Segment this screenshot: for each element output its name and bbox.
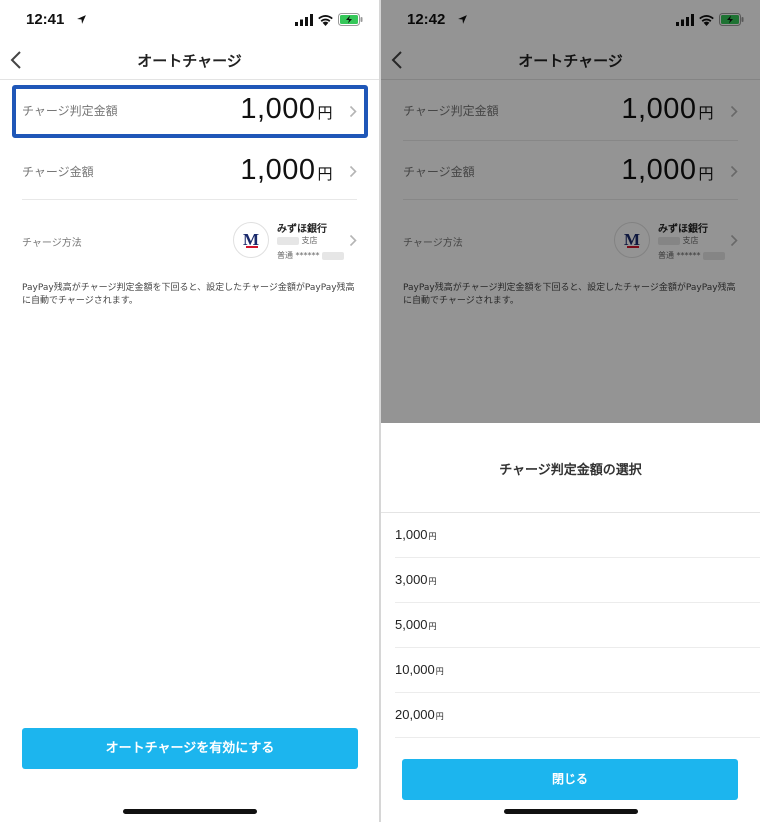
highlight-box <box>12 85 368 138</box>
status-bar: 12:41 <box>0 0 379 40</box>
amount-option[interactable]: 20,000円 <box>381 693 760 738</box>
amount-option[interactable]: 3,000円 <box>381 558 760 603</box>
charge-amount: 1,000 円 <box>240 154 333 186</box>
signal-icon <box>295 14 313 26</box>
auto-charge-description: PayPay残高がチャージ判定金額を下回ると、設定したチャージ金額がPayPay… <box>22 283 355 306</box>
nav-bar: オートチャージ <box>0 40 379 80</box>
bank-account: 普通 ****** <box>277 250 345 261</box>
amount-option[interactable]: 5,000円 <box>381 603 760 648</box>
page-title: オートチャージ <box>137 52 242 70</box>
amount-option[interactable]: 10,000円 <box>381 648 760 693</box>
modal-backdrop[interactable] <box>381 0 760 423</box>
chevron-right-icon <box>349 165 357 178</box>
home-indicator <box>503 809 638 814</box>
charge-amount-row[interactable]: チャージ金額 1,000 円 <box>12 146 367 198</box>
chevron-right-icon <box>349 234 357 247</box>
bank-name: みずほ銀行 <box>277 224 327 235</box>
right-screen: 12:42 オートチャージ チャージ判定金額 1,000 円 チャージ金額 1,0… <box>381 0 760 822</box>
charge-label: チャージ金額 <box>22 165 94 179</box>
mizuho-logo: M <box>233 222 269 258</box>
battery-charging-icon <box>338 13 363 26</box>
location-arrow-icon <box>77 15 86 24</box>
enable-auto-charge-button[interactable]: オートチャージを有効にする <box>22 728 358 769</box>
bank-branch: 支店 <box>277 235 318 246</box>
left-screen: 12:41 オートチャージ チャージ判定金額 1,000 円 チャージ金額 1,0… <box>0 0 379 822</box>
wifi-icon <box>318 15 333 26</box>
option-label: 5,000円 <box>395 617 437 632</box>
divider <box>22 199 357 200</box>
option-label: 3,000円 <box>395 572 437 587</box>
amount-option[interactable]: 1,000円 <box>381 513 760 558</box>
status-time: 12:41 <box>26 11 65 28</box>
method-label: チャージ方法 <box>22 238 82 249</box>
home-indicator <box>122 809 257 814</box>
option-label: 20,000円 <box>395 707 444 722</box>
option-divider <box>395 737 760 738</box>
sheet-title: チャージ判定金額の選択 <box>499 463 642 478</box>
option-label: 10,000円 <box>395 662 444 677</box>
option-label: 1,000円 <box>395 527 437 542</box>
close-button[interactable]: 閉じる <box>402 759 738 800</box>
charge-method-row[interactable]: チャージ方法 M みずほ銀行 支店 普通 ****** <box>12 210 367 272</box>
amount-select-sheet: チャージ判定金額の選択 1,000円 3,000円 5,000円 10,000円… <box>381 423 760 822</box>
